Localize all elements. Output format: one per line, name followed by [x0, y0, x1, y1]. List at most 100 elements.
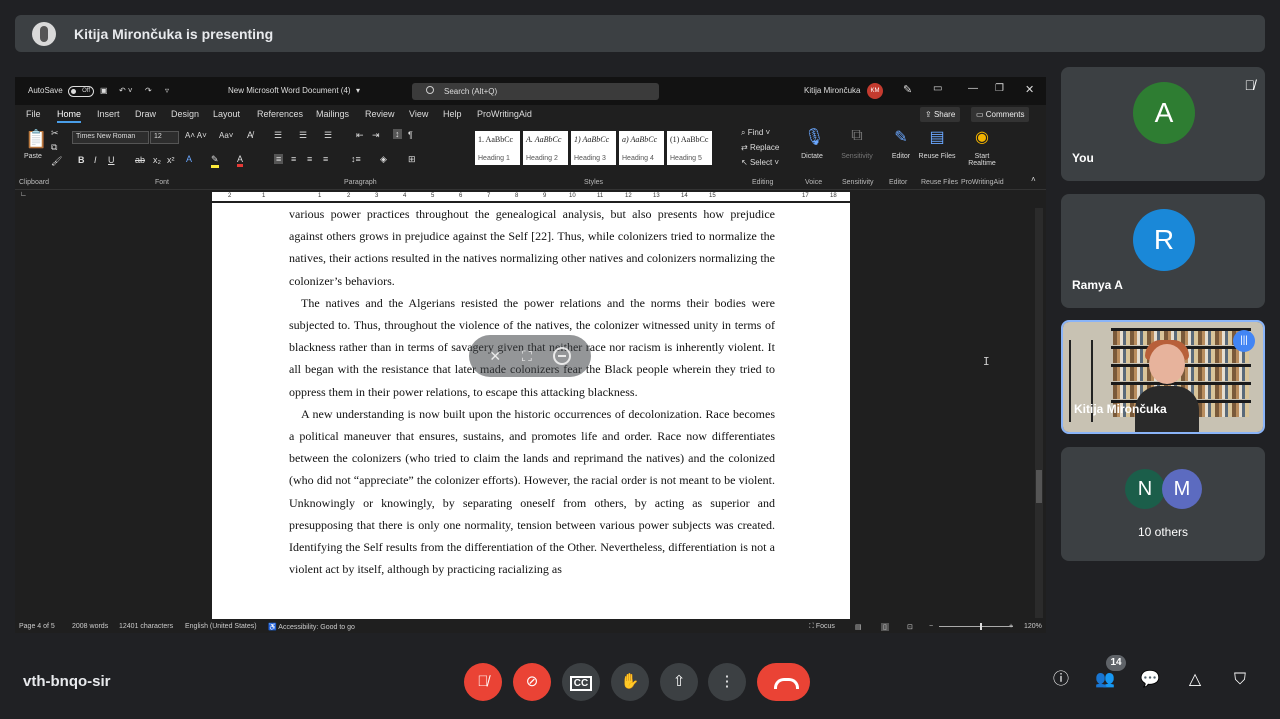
- tab-prowritingaid[interactable]: ProWritingAid: [477, 109, 532, 119]
- present-button[interactable]: ⇧: [660, 663, 698, 701]
- copy-icon[interactable]: ⧉: [51, 142, 57, 153]
- borders-icon[interactable]: ⊞: [408, 154, 416, 165]
- paragraph-3[interactable]: A new understanding is now built upon th…: [289, 403, 775, 581]
- user-avatar[interactable]: KM: [867, 83, 883, 99]
- zoom-level[interactable]: 120%: [1024, 623, 1042, 630]
- subscript-icon[interactable]: x₂: [153, 155, 161, 165]
- zoom-out-icon[interactable]: −: [929, 623, 933, 630]
- document-title[interactable]: New Microsoft Word Document (4): [228, 86, 351, 95]
- underline-icon[interactable]: U: [108, 155, 115, 165]
- captions-button[interactable]: CC: [562, 663, 600, 701]
- search-box[interactable]: Search (Alt+Q): [412, 83, 659, 100]
- tab-layout[interactable]: Layout: [213, 109, 240, 119]
- focus-button[interactable]: ⛶ Focus: [809, 623, 835, 631]
- start-realtime-button[interactable]: ◉ Start Realtime: [960, 127, 1004, 167]
- zoom-in-icon[interactable]: +: [1009, 623, 1013, 630]
- bold-icon[interactable]: B: [78, 155, 85, 165]
- style-heading-2[interactable]: A. AaBbCc Heading 2: [523, 131, 568, 165]
- print-layout-icon[interactable]: ▯: [881, 623, 889, 631]
- more-options-button[interactable]: ⋮: [708, 663, 746, 701]
- style-heading-3[interactable]: 1) AaBbCc Heading 3: [571, 131, 616, 165]
- style-heading-4[interactable]: a) AaBbCc Heading 4: [619, 131, 664, 165]
- ribbon-display-icon[interactable]: ▭: [933, 83, 942, 94]
- tab-help[interactable]: Help: [443, 109, 462, 119]
- line-spacing-icon[interactable]: ↕≡: [351, 154, 361, 164]
- read-mode-icon[interactable]: ▤: [855, 623, 862, 631]
- tab-view[interactable]: View: [409, 109, 428, 119]
- zoom-slider[interactable]: [939, 623, 1013, 630]
- tab-references[interactable]: References: [257, 109, 303, 119]
- find-button[interactable]: ⌕ Find ˅: [741, 128, 770, 138]
- minimize-icon[interactable]: —: [968, 83, 978, 94]
- replace-button[interactable]: ⇄ Replace: [741, 143, 779, 152]
- end-call-button[interactable]: [757, 663, 810, 701]
- customize-qat-icon[interactable]: ▿: [165, 86, 169, 95]
- pin-icon[interactable]: ✕: [489, 348, 501, 365]
- tab-review[interactable]: Review: [365, 109, 395, 119]
- title-dropdown-icon[interactable]: ▾: [356, 86, 360, 95]
- document-body[interactable]: various power practices throughout the g…: [289, 203, 775, 580]
- align-center-icon[interactable]: ≡: [291, 154, 296, 164]
- mic-toggle-button[interactable]: 🎙̸: [464, 663, 502, 701]
- tab-selector-icon[interactable]: ∟: [20, 191, 27, 198]
- word-count[interactable]: 2008 words: [72, 623, 108, 630]
- shading-icon[interactable]: ◈: [380, 154, 387, 165]
- decrease-indent-icon[interactable]: ⇤: [356, 130, 364, 141]
- align-right-icon[interactable]: ≡: [307, 154, 312, 164]
- numbering-icon[interactable]: ☰: [299, 130, 307, 141]
- tile-you[interactable]: A 🎙̸ You: [1061, 67, 1265, 181]
- select-button[interactable]: ↖ Select ˅: [741, 158, 779, 167]
- raise-hand-button[interactable]: ✋: [611, 663, 649, 701]
- paragraph-1[interactable]: various power practices throughout the g…: [289, 203, 775, 292]
- paste-icon[interactable]: 📋: [25, 129, 47, 150]
- document-area[interactable]: various power practices throughout the g…: [15, 203, 1046, 619]
- tab-draw[interactable]: Draw: [135, 109, 156, 119]
- people-icon[interactable]: 👥: [1094, 669, 1116, 691]
- highlight-icon[interactable]: ✎: [211, 154, 219, 168]
- tab-file[interactable]: File: [26, 109, 41, 119]
- pen-icon[interactable]: ✎: [903, 83, 912, 96]
- page-count[interactable]: Page 4 of 5: [19, 623, 55, 630]
- tile-ramya[interactable]: R Ramya A: [1061, 194, 1265, 308]
- grow-font-icon[interactable]: A˄ A˅: [185, 131, 207, 140]
- chat-icon[interactable]: 💬: [1139, 669, 1161, 691]
- activities-icon[interactable]: △: [1184, 669, 1206, 691]
- web-layout-icon[interactable]: ⊡: [907, 623, 913, 631]
- style-heading-5[interactable]: (1) AaBbCc Heading 5: [667, 131, 712, 165]
- font-name-select[interactable]: Times New Roman: [72, 131, 149, 144]
- clear-formatting-icon[interactable]: A̸: [247, 130, 253, 140]
- style-heading-1[interactable]: 1. AaBbCc Heading 1: [475, 131, 520, 165]
- align-left-icon[interactable]: ≡: [274, 154, 284, 164]
- host-controls-icon[interactable]: ⛉: [1229, 669, 1251, 691]
- font-color-icon[interactable]: A: [237, 154, 244, 167]
- undo-icon[interactable]: ↶ ˅: [119, 86, 133, 95]
- tab-insert[interactable]: Insert: [97, 109, 120, 119]
- restore-icon[interactable]: ❐: [995, 83, 1004, 94]
- tile-kitija-video[interactable]: ||| Kitija Mirončuka: [1061, 320, 1265, 434]
- italic-icon[interactable]: I: [94, 155, 97, 165]
- redo-icon[interactable]: ↷: [145, 86, 152, 95]
- sort-icon[interactable]: ↕: [393, 129, 402, 139]
- show-marks-icon[interactable]: ¶: [408, 130, 413, 140]
- autosave-toggle[interactable]: Off: [68, 86, 94, 97]
- strikethrough-icon[interactable]: ab: [135, 155, 145, 165]
- tab-design[interactable]: Design: [171, 109, 199, 119]
- collapse-ribbon-icon[interactable]: ˄: [1031, 175, 1036, 184]
- meeting-info-icon[interactable]: ⓘ: [1050, 669, 1072, 691]
- fullscreen-icon[interactable]: ⛶: [522, 348, 532, 365]
- change-case-icon[interactable]: Aa˅: [219, 131, 233, 140]
- save-icon[interactable]: ▣: [100, 86, 108, 95]
- format-painter-icon[interactable]: 🖌: [51, 156, 62, 167]
- user-name[interactable]: Kitija Mirončuka: [804, 86, 860, 95]
- bullets-icon[interactable]: ☰: [274, 130, 282, 141]
- close-icon[interactable]: ✕: [1025, 83, 1034, 96]
- sensitivity-button[interactable]: ⧉ Sensitivity: [835, 127, 879, 160]
- tab-mailings[interactable]: Mailings: [316, 109, 349, 119]
- font-size-select[interactable]: 12: [150, 131, 179, 144]
- justify-icon[interactable]: ≡: [323, 154, 328, 164]
- text-effects-icon[interactable]: A: [186, 154, 192, 164]
- multilevel-list-icon[interactable]: ☰: [324, 130, 332, 141]
- language-status[interactable]: English (United States): [185, 623, 257, 630]
- accessibility-status[interactable]: ♿ Accessibility: Good to go: [268, 623, 355, 631]
- vertical-scrollbar[interactable]: [1035, 208, 1043, 618]
